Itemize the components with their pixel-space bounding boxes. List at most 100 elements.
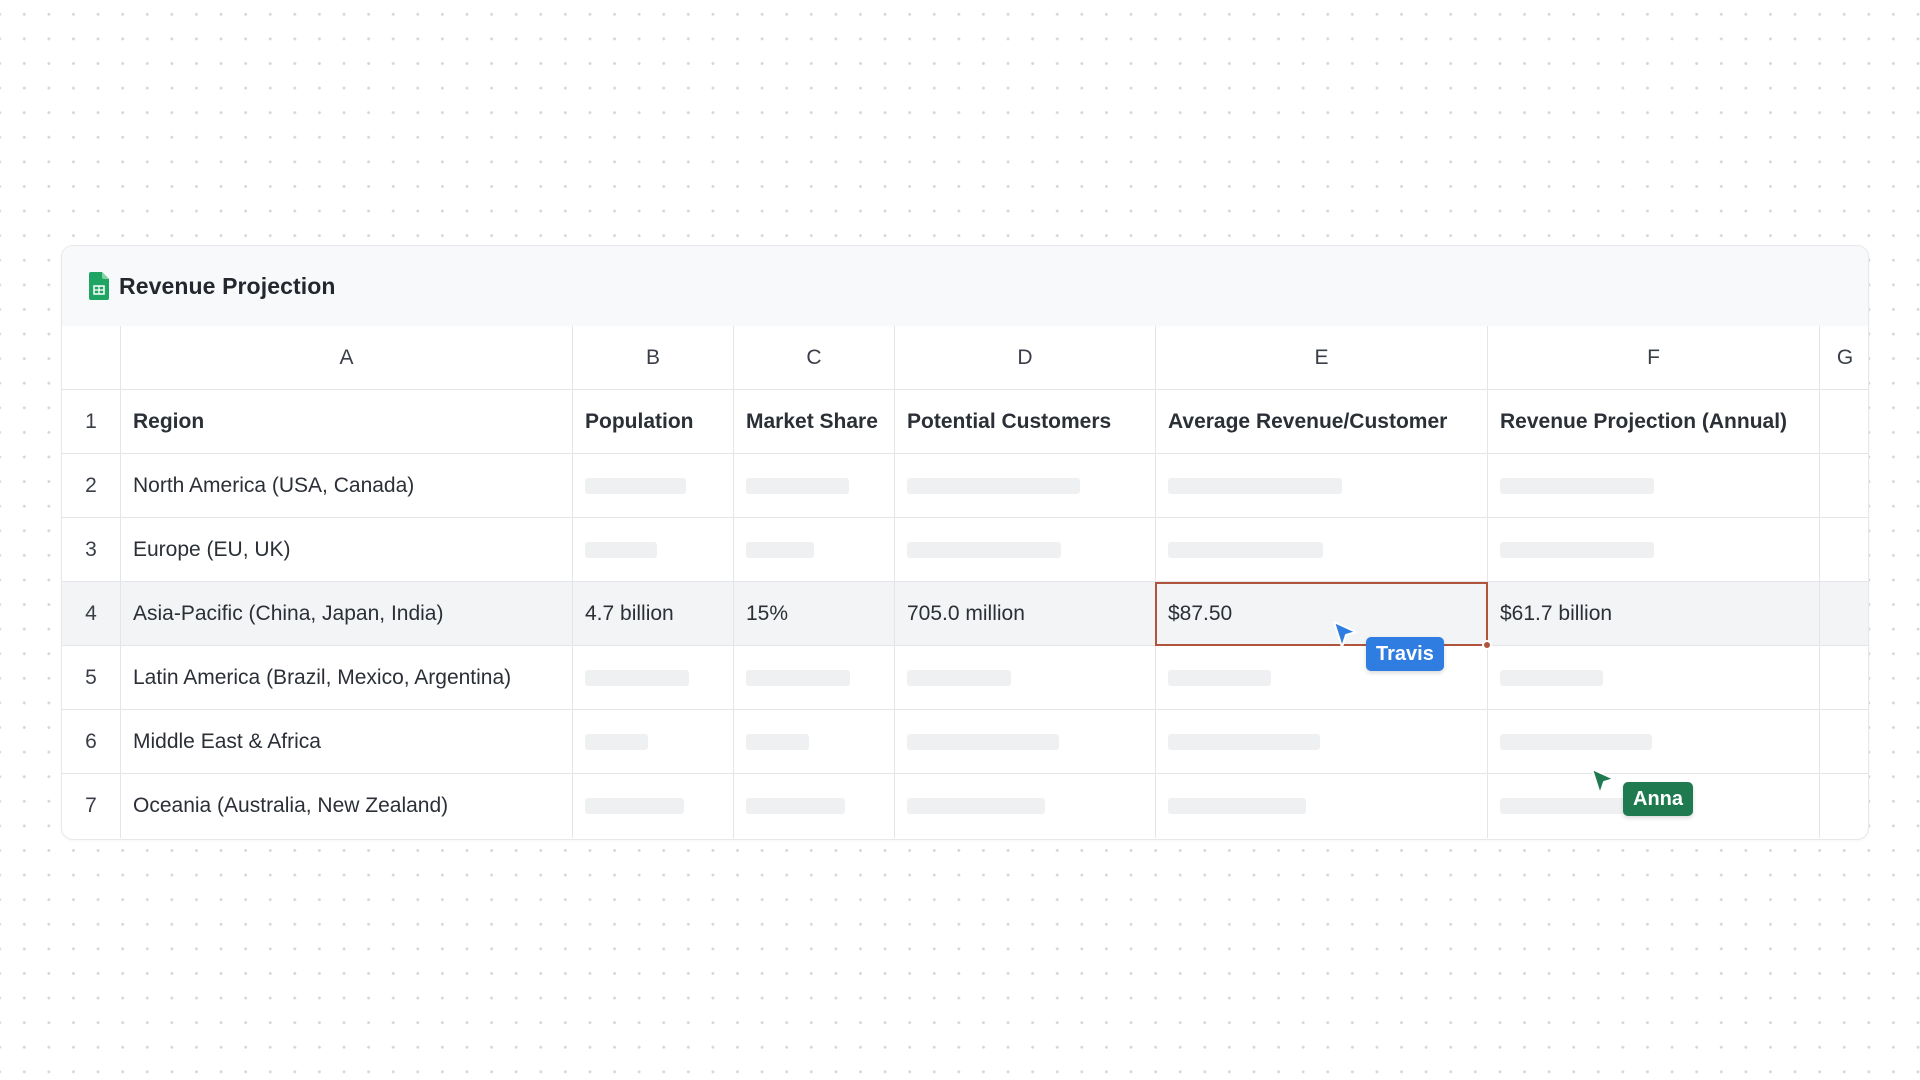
cell-f1[interactable]: Revenue Projection (Annual) xyxy=(1488,390,1820,454)
column-header-e[interactable]: E xyxy=(1156,326,1488,390)
column-header-d[interactable]: D xyxy=(895,326,1156,390)
table-row: 4 Asia-Pacific (China, Japan, India) 4.7… xyxy=(62,582,1868,646)
cell-d1[interactable]: Potential Customers xyxy=(895,390,1156,454)
sheet-title: Revenue Projection xyxy=(119,272,336,299)
cell-average-revenue[interactable] xyxy=(1156,710,1488,774)
collaborator-label-travis: Travis xyxy=(1366,637,1444,671)
row-number[interactable]: 6 xyxy=(62,710,121,774)
loading-placeholder xyxy=(1168,798,1306,814)
loading-placeholder xyxy=(1500,798,1638,814)
table-row: 1 Region Population Market Share Potenti… xyxy=(62,390,1868,454)
cell-potential-customers[interactable] xyxy=(895,710,1156,774)
loading-placeholder xyxy=(1168,477,1342,494)
cell-market-share[interactable] xyxy=(734,454,895,518)
loading-placeholder xyxy=(907,798,1045,814)
loading-placeholder xyxy=(1500,733,1652,750)
cell-potential-customers[interactable] xyxy=(895,454,1156,518)
cell-region[interactable]: Asia-Pacific (China, Japan, India) xyxy=(121,582,573,646)
cell-market-share[interactable] xyxy=(734,710,895,774)
row-number[interactable]: 7 xyxy=(62,774,121,838)
table-row: 6 Middle East & Africa xyxy=(62,710,1868,774)
column-header-g[interactable]: G xyxy=(1820,326,1868,390)
cell-region[interactable]: Europe (EU, UK) xyxy=(121,518,573,582)
fill-handle[interactable] xyxy=(1482,640,1492,650)
cell-population[interactable]: 4.7 billion xyxy=(573,582,734,646)
row-number[interactable]: 3 xyxy=(62,518,121,582)
loading-placeholder xyxy=(585,798,684,814)
cell-c1[interactable]: Market Share xyxy=(734,390,895,454)
cell-potential-customers[interactable]: 705.0 million xyxy=(895,582,1156,646)
cell-empty[interactable] xyxy=(1820,454,1868,518)
cell-market-share[interactable]: 15% xyxy=(734,582,895,646)
cell-potential-customers[interactable] xyxy=(895,774,1156,838)
cell-revenue-projection[interactable] xyxy=(1488,518,1820,582)
cell-revenue-projection[interactable] xyxy=(1488,710,1820,774)
table-row: 2 North America (USA, Canada) xyxy=(62,454,1868,518)
cell-empty[interactable] xyxy=(1820,518,1868,582)
loading-placeholder xyxy=(1168,541,1323,558)
cell-population[interactable] xyxy=(573,710,734,774)
loading-placeholder xyxy=(1500,669,1603,686)
cell-empty[interactable] xyxy=(1820,774,1868,838)
sheet-header: Revenue Projection xyxy=(62,246,1868,326)
loading-placeholder xyxy=(907,541,1061,558)
loading-placeholder xyxy=(585,541,657,558)
cell-population[interactable] xyxy=(573,454,734,518)
row-number[interactable]: 1 xyxy=(62,390,121,454)
loading-placeholder xyxy=(1168,733,1320,750)
collaborator-label-anna: Anna xyxy=(1623,782,1693,816)
cell-empty[interactable] xyxy=(1820,710,1868,774)
cell-a1[interactable]: Region xyxy=(121,390,573,454)
loading-placeholder xyxy=(907,733,1059,750)
table-row: 3 Europe (EU, UK) xyxy=(62,518,1868,582)
cell-average-revenue[interactable] xyxy=(1156,518,1488,582)
cell-market-share[interactable] xyxy=(734,774,895,838)
loading-placeholder xyxy=(907,477,1080,494)
column-header-f[interactable]: F xyxy=(1488,326,1820,390)
cell-market-share[interactable] xyxy=(734,518,895,582)
cell-population[interactable] xyxy=(573,646,734,710)
cell-empty[interactable] xyxy=(1820,582,1868,646)
loading-placeholder xyxy=(585,477,686,494)
column-header-b[interactable]: B xyxy=(573,326,734,390)
spreadsheet-card: Revenue Projection A B C D E F G 1 Regio… xyxy=(61,245,1869,840)
cell-population[interactable] xyxy=(573,518,734,582)
column-header-a[interactable]: A xyxy=(121,326,573,390)
loading-placeholder xyxy=(1168,669,1271,686)
loading-placeholder xyxy=(1500,541,1654,558)
spreadsheet-icon xyxy=(89,272,109,300)
cell-region[interactable]: Middle East & Africa xyxy=(121,710,573,774)
loading-placeholder xyxy=(746,669,850,686)
table-row: 5 Latin America (Brazil, Mexico, Argenti… xyxy=(62,646,1868,710)
cell-b1[interactable]: Population xyxy=(573,390,734,454)
loading-placeholder xyxy=(746,541,814,558)
cell-empty[interactable] xyxy=(1820,646,1868,710)
loading-placeholder xyxy=(585,733,648,750)
cell-region[interactable]: Oceania (Australia, New Zealand) xyxy=(121,774,573,838)
cell-revenue-projection[interactable] xyxy=(1488,646,1820,710)
cell-g1[interactable] xyxy=(1820,390,1868,454)
cell-average-revenue[interactable] xyxy=(1156,454,1488,518)
cell-e1[interactable]: Average Revenue/Customer xyxy=(1156,390,1488,454)
cell-average-revenue[interactable] xyxy=(1156,774,1488,838)
cell-market-share[interactable] xyxy=(734,646,895,710)
row-number[interactable]: 4 xyxy=(62,582,121,646)
cursor-arrow-icon xyxy=(1333,621,1357,648)
loading-placeholder xyxy=(1500,477,1654,494)
cell-potential-customers[interactable] xyxy=(895,646,1156,710)
cell-revenue-projection[interactable]: $61.7 billion xyxy=(1488,582,1820,646)
loading-placeholder xyxy=(585,669,689,686)
loading-placeholder xyxy=(746,798,845,814)
row-number[interactable]: 2 xyxy=(62,454,121,518)
column-header-c[interactable]: C xyxy=(734,326,895,390)
row-number[interactable]: 5 xyxy=(62,646,121,710)
loading-placeholder xyxy=(746,477,849,494)
corner-cell[interactable] xyxy=(62,326,121,390)
loading-placeholder xyxy=(746,733,809,750)
cell-region[interactable]: Latin America (Brazil, Mexico, Argentina… xyxy=(121,646,573,710)
cell-region[interactable]: North America (USA, Canada) xyxy=(121,454,573,518)
cell-revenue-projection[interactable] xyxy=(1488,454,1820,518)
cell-potential-customers[interactable] xyxy=(895,518,1156,582)
cursor-arrow-icon xyxy=(1591,768,1615,795)
cell-population[interactable] xyxy=(573,774,734,838)
